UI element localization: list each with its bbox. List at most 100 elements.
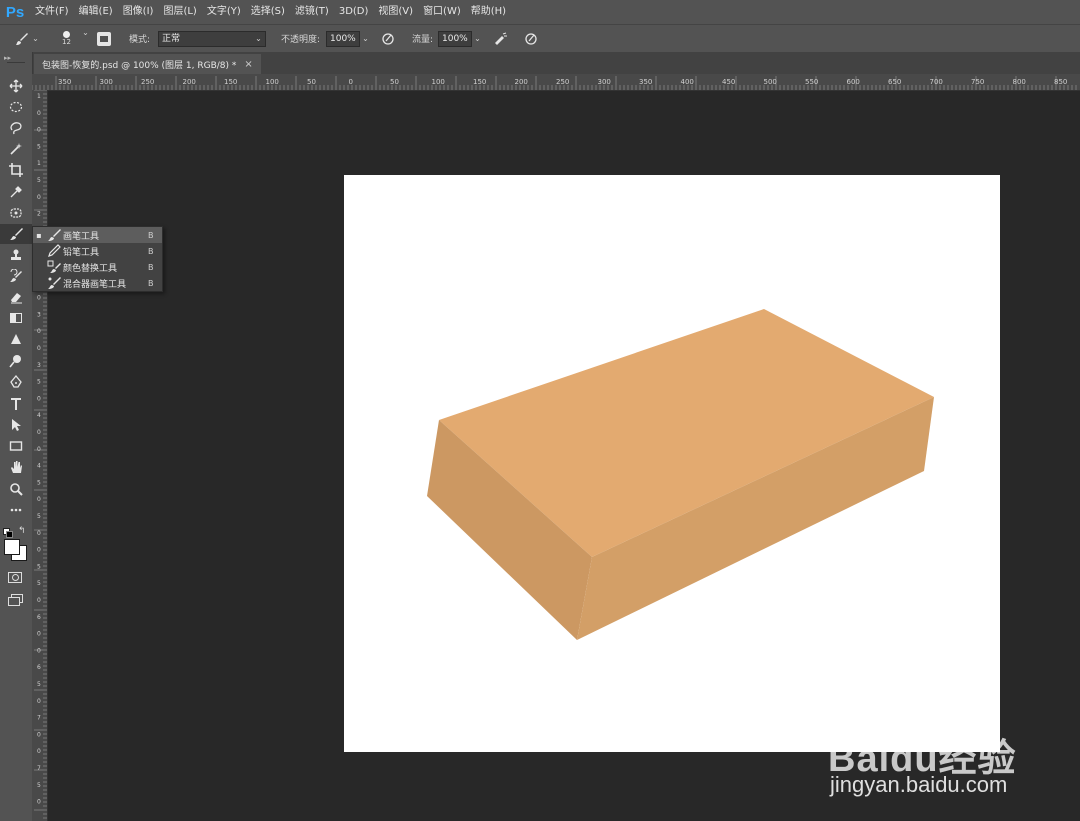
- ruler-label: 0: [37, 395, 41, 402]
- tool-marquee[interactable]: [0, 97, 32, 117]
- ruler-label: 800: [1013, 78, 1026, 86]
- flyout-item[interactable]: ▪ 画笔工具 B: [33, 227, 162, 243]
- tool-blur[interactable]: [0, 330, 32, 350]
- tool-more[interactable]: [0, 500, 32, 520]
- ruler-label: 0: [37, 631, 41, 638]
- menu-item[interactable]: 编辑(E): [74, 0, 118, 24]
- ruler-label: 0: [37, 530, 41, 537]
- menu-item[interactable]: 图像(I): [118, 0, 159, 24]
- menu-item[interactable]: 选择(S): [246, 0, 290, 24]
- menu-item[interactable]: 滤镜(T): [290, 0, 334, 24]
- ruler-vertical[interactable]: 1005150200250300350400450500550600650700…: [32, 90, 48, 821]
- document-tab[interactable]: 包装图-恢复的.psd @ 100% (图层 1, RGB/8) * ×: [34, 54, 261, 74]
- ruler-label: 0: [349, 78, 353, 86]
- chevron-down-icon[interactable]: ⌄: [80, 25, 91, 39]
- tool-eraser[interactable]: [0, 287, 32, 307]
- ruler-label: 500: [764, 78, 777, 86]
- flyout-item-label: 混合器画笔工具: [63, 279, 127, 290]
- flyout-item[interactable]: 混合器画笔工具 B: [33, 275, 162, 291]
- crop-icon: [9, 163, 23, 177]
- tool-type[interactable]: [0, 394, 32, 414]
- tool-move[interactable]: [0, 76, 32, 96]
- magic-wand-icon: [10, 143, 22, 155]
- tool-stamp[interactable]: [0, 245, 32, 265]
- blur-icon: [11, 334, 21, 344]
- ruler-label: 2: [37, 211, 41, 218]
- ruler-label: 7: [37, 715, 41, 722]
- screen-mode-icon[interactable]: [8, 594, 23, 606]
- tool-gradient[interactable]: [0, 308, 32, 328]
- ruler-label: 0: [37, 748, 41, 755]
- tool-rectangle[interactable]: [0, 436, 32, 456]
- foreground-color-swatch[interactable]: [4, 539, 20, 555]
- ruler-label: 200: [515, 78, 528, 86]
- swap-colors-icon[interactable]: ↰: [18, 526, 26, 536]
- menu-item[interactable]: 帮助(H): [466, 0, 511, 24]
- tool-crop[interactable]: [0, 160, 32, 180]
- collapse-icon[interactable]: ▸▸: [4, 54, 11, 62]
- lasso-icon: [10, 122, 22, 135]
- tool-history-brush[interactable]: [0, 266, 32, 286]
- menu-item[interactable]: 文件(F): [30, 0, 74, 24]
- move-icon: [9, 79, 23, 93]
- menu-item[interactable]: 窗口(W): [418, 0, 466, 24]
- flyout-item-shortcut: B: [148, 230, 154, 240]
- ruler-label: 5: [37, 177, 41, 184]
- quick-mask-icon[interactable]: [8, 572, 22, 583]
- pressure-opacity-button[interactable]: [381, 25, 395, 52]
- ruler-label: 5: [37, 580, 41, 587]
- rectangle-icon: [9, 441, 23, 451]
- menu-item[interactable]: 文字(Y): [202, 0, 246, 24]
- flyout-item-label: 颜色替换工具: [63, 263, 118, 274]
- menu-item[interactable]: 视图(V): [373, 0, 418, 24]
- default-colors-icon[interactable]: [3, 528, 13, 538]
- flyout-item-shortcut: B: [148, 246, 154, 256]
- stamp-icon: [11, 249, 21, 260]
- brush-size-picker[interactable]: 12: [62, 25, 71, 52]
- pressure-size-button[interactable]: [524, 25, 538, 52]
- ruler-label: 6: [37, 614, 41, 621]
- ruler-label: 700: [930, 78, 943, 86]
- tool-eyedropper[interactable]: [0, 182, 32, 202]
- tool-preset-picker[interactable]: ⌄: [14, 25, 41, 52]
- flyout-item-label: 画笔工具: [63, 231, 100, 242]
- tool-zoom[interactable]: [0, 479, 32, 499]
- tool-dodge[interactable]: [0, 351, 32, 371]
- ruler-label: 350: [58, 78, 71, 86]
- ruler-label: 0: [37, 799, 41, 806]
- toolbox: ▸▸ ↰: [0, 52, 33, 821]
- tool-brush[interactable]: [0, 224, 32, 244]
- brush-panel-button[interactable]: [97, 25, 111, 52]
- mode-select[interactable]: 正常 ⌄: [158, 25, 266, 52]
- ruler-horizontal[interactable]: 350 300 250 200 150 100 50 0 50 100 150 200 250 300 35…: [32, 74, 1080, 91]
- ruler-label: 0: [37, 194, 41, 201]
- patch-icon: [10, 208, 22, 218]
- menu-items: 文件(F) 编辑(E) 图像(I) 图层(L) 文字(Y) 选择(S) 滤镜(T) 3D(D)…: [30, 0, 511, 24]
- mode-label: 模式:: [129, 35, 151, 45]
- chevron-down-icon: ⌄: [362, 34, 369, 43]
- menu-item[interactable]: 3D(D): [334, 0, 374, 24]
- tool-hand[interactable]: [0, 457, 32, 477]
- flyout-item[interactable]: 铅笔工具 B: [33, 243, 162, 259]
- airbrush-button[interactable]: [492, 25, 508, 52]
- ruler-vertical-ticks: 1005150200250300350400450500550600650700…: [34, 90, 47, 819]
- more-icon: [10, 508, 22, 512]
- eraser-icon: [11, 293, 22, 304]
- zoom-icon: [10, 483, 23, 496]
- tool-patch[interactable]: [0, 203, 32, 223]
- tool-pen[interactable]: [0, 372, 32, 392]
- flyout-item[interactable]: 颜色替换工具 B: [33, 259, 162, 275]
- ruler-label: 5: [37, 513, 41, 520]
- ruler-label: 0: [37, 731, 41, 738]
- menu-item[interactable]: 图层(L): [158, 0, 201, 24]
- tool-path-select[interactable]: [0, 415, 32, 435]
- opacity-input[interactable]: 100% ⌄: [326, 25, 371, 52]
- toolbox-grip: [7, 62, 25, 63]
- close-icon[interactable]: ×: [244, 59, 252, 70]
- document-canvas[interactable]: [344, 175, 1000, 752]
- flow-input[interactable]: 100% ⌄: [438, 25, 483, 52]
- pressure-size-icon: [525, 32, 537, 45]
- tool-magic-wand[interactable]: [0, 139, 32, 159]
- ruler-label: 4: [37, 412, 41, 419]
- tool-lasso[interactable]: [0, 118, 32, 138]
